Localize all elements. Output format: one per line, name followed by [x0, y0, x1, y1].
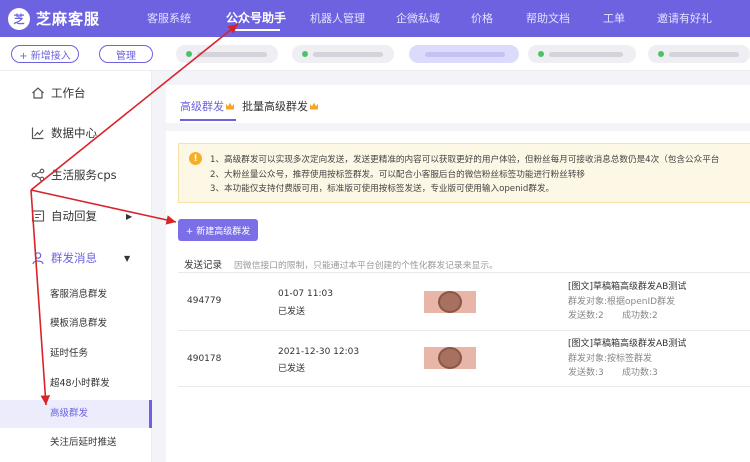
tab-label: 高级群发: [180, 100, 224, 113]
reply-icon: [31, 209, 45, 223]
brand-name: 芝麻客服: [36, 10, 101, 28]
record-id: 490178: [187, 354, 222, 364]
crown-icon: [226, 102, 234, 110]
sidebar-sub-template-mass[interactable]: 模板消息群发: [0, 312, 152, 336]
account-chip[interactable]: [176, 45, 278, 63]
tab-batch-advanced-mass[interactable]: 批量高级群发: [242, 98, 318, 114]
sidebar-sub-delayed-task[interactable]: 延时任务: [0, 342, 152, 366]
notice-line: 2、大粉丝量公众号，推荐使用按标签群发。可以配合小客服后台的微信粉丝标签功能进行…: [210, 170, 586, 180]
record-sent-count: 发送数:2: [568, 311, 604, 321]
record-time: 01-07 11:03: [278, 289, 333, 299]
manage-button[interactable]: 管理: [99, 45, 153, 63]
sidebar-item-label: 工作台: [51, 86, 86, 100]
status-dot-icon: [538, 51, 544, 57]
share-icon: [31, 168, 45, 182]
account-chip[interactable]: [292, 45, 394, 63]
table-row[interactable]: 494779 01-07 11:03 已发送 [图文]草稿箱高级群发AB测试 群…: [178, 275, 750, 331]
top-navbar: 芝 芝麻客服 客服系统 公众号助手 机器人管理 企微私域 价格 帮助文档 工单 …: [0, 0, 750, 37]
sidebar-item-life-service-cps[interactable]: 生活服务cps: [0, 167, 152, 183]
nav-item-pricing[interactable]: 价格: [471, 0, 493, 37]
nav-item-official-account-assistant[interactable]: 公众号助手: [224, 0, 288, 37]
records-title: 发送记录: [184, 260, 223, 271]
brand[interactable]: 芝 芝麻客服: [8, 7, 138, 30]
notice-box: ! 1、高级群发可以实现多次定向发送，发送更精准的内容可以获取更好的用户体验，但…: [178, 143, 750, 203]
user-icon: [31, 251, 45, 265]
account-chip-selected[interactable]: [409, 45, 519, 63]
account-name-redacted: [197, 51, 267, 57]
nav-item-help-docs[interactable]: 帮助文档: [526, 0, 570, 37]
new-advanced-mass-button[interactable]: + 新建高级群发: [178, 219, 258, 241]
thumbnail-image: [438, 347, 462, 369]
notice-line: 3、本功能仅支持付费版可用，标准版可使用按标签发送，专业版可使用输入openid…: [210, 184, 555, 194]
sidebar-item-data-center[interactable]: 数据中心: [0, 125, 152, 141]
record-status: 已发送: [278, 307, 306, 317]
article-thumbnail: [424, 347, 476, 369]
record-target: 群发对象:根据openID群发: [568, 297, 676, 307]
divider: [178, 272, 750, 273]
sidebar-item-label: 生活服务cps: [51, 168, 117, 182]
record-sent-count: 发送数:3: [568, 368, 604, 378]
chart-icon: [31, 126, 45, 140]
sidebar-item-auto-reply[interactable]: 自动回复 ▶: [0, 208, 152, 224]
sidebar-sub-over-48h[interactable]: 超48小时群发: [0, 372, 152, 396]
account-bar: + 新增接入 管理: [0, 37, 750, 71]
status-dot-icon: [658, 51, 664, 57]
sidebar-sub-cs-message-mass[interactable]: 客服消息群发: [0, 283, 152, 307]
status-dot-icon: [186, 51, 192, 57]
article-thumbnail: [424, 291, 476, 313]
account-name-redacted: [313, 51, 383, 57]
nav-item-robot-management[interactable]: 机器人管理: [310, 0, 365, 37]
record-id: 494779: [187, 296, 222, 306]
record-status: 已发送: [278, 364, 306, 374]
record-success-count: 成功数:3: [622, 368, 658, 378]
sidebar-item-mass-message[interactable]: 群发消息 ▼: [0, 250, 152, 266]
warning-icon: !: [189, 152, 202, 165]
record-success-count: 成功数:2: [622, 311, 658, 321]
notice-line: 1、高级群发可以实现多次定向发送，发送更精准的内容可以获取更好的用户体验，但粉丝…: [210, 155, 720, 165]
home-icon: [31, 86, 45, 100]
tab-active-indicator: [180, 119, 236, 121]
nav-item-invite[interactable]: 邀请有好礼: [657, 0, 712, 37]
tab-advanced-mass[interactable]: 高级群发: [180, 98, 234, 114]
nav-item-wecom-private[interactable]: 企微私域: [396, 0, 440, 37]
account-name-redacted: [425, 51, 505, 57]
record-title: [图文]草稿箱高级群发AB测试: [568, 282, 687, 292]
records-note: 因微信接口的限制，只能通过本平台创建的个性化群发记录来显示。: [234, 261, 498, 271]
account-name-redacted: [669, 51, 739, 57]
nav-item-customer-service[interactable]: 客服系统: [147, 0, 191, 37]
sidebar-sub-advanced-mass[interactable]: 高级群发: [0, 400, 152, 428]
caret-down-icon: ▼: [124, 253, 131, 263]
account-chip[interactable]: [528, 45, 636, 63]
caret-right-icon: ▶: [126, 211, 133, 221]
tab-label: 批量高级群发: [242, 100, 308, 113]
sidebar-item-label: 自动回复: [51, 209, 97, 223]
add-account-button[interactable]: + 新增接入: [11, 45, 79, 63]
account-chip[interactable]: [648, 45, 750, 63]
record-time: 2021-12-30 12:03: [278, 347, 360, 357]
sidebar-sub-follow-delay-push[interactable]: 关注后延时推送: [0, 431, 152, 455]
record-title: [图文]草稿箱高级群发AB测试: [568, 339, 687, 349]
sidebar-item-workbench[interactable]: 工作台: [0, 85, 152, 101]
record-target: 群发对象:按标签群发: [568, 354, 653, 364]
tab-bar: 高级群发 批量高级群发: [166, 85, 750, 123]
account-name-redacted: [549, 51, 623, 57]
brand-logo-icon: 芝: [8, 7, 30, 30]
crown-icon: [310, 102, 318, 110]
sidebar: 工作台 数据中心 生活服务cps 自动回复 ▶ 群发消息 ▼ 客服消息群发 模板…: [0, 71, 152, 462]
nav-item-tickets[interactable]: 工单: [603, 0, 625, 37]
sidebar-item-label: 群发消息: [51, 251, 97, 265]
table-row[interactable]: 490178 2021-12-30 12:03 已发送 [图文]草稿箱高级群发A…: [178, 331, 750, 387]
sidebar-item-label: 数据中心: [51, 126, 97, 140]
status-dot-icon: [302, 51, 308, 57]
thumbnail-image: [438, 291, 462, 313]
